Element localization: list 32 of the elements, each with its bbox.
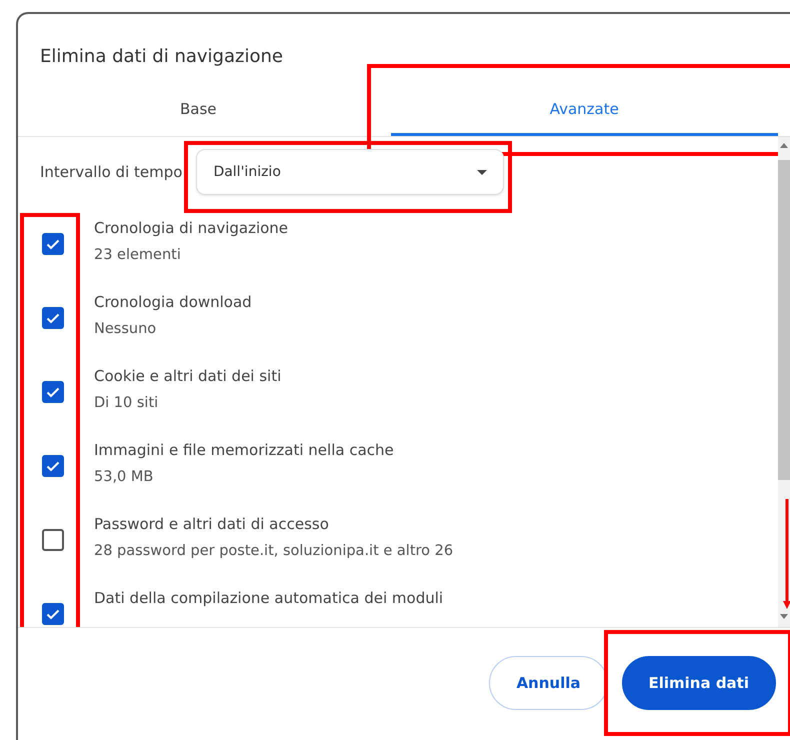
delete-data-button[interactable]: Elimina dati (622, 656, 776, 710)
option-detail: 23 elementi (94, 247, 182, 263)
check-icon (46, 312, 60, 324)
dialog-title: Elimina dati di navigazione (39, 45, 284, 69)
check-icon (46, 608, 60, 620)
check-icon (46, 238, 60, 250)
checkbox[interactable] (42, 307, 64, 329)
option-title: Dati della compilazione automatica dei moduli (94, 589, 444, 607)
option-title: Cookie e altri dati dei siti (94, 367, 282, 385)
option-detail: 28 password per poste.it, soluzionipa.it e altro 26 (94, 543, 454, 559)
field-label: Intervallo di tempo (40, 163, 182, 181)
checkbox[interactable] (42, 455, 64, 477)
tab[interactable]: Avanzate (390, 84, 778, 136)
scroll-down-icon (780, 614, 788, 619)
scroll-up-icon (780, 143, 788, 148)
option-title: Cronologia download (94, 293, 252, 311)
option-detail: Di 10 siti (94, 395, 160, 411)
scroll-thumb[interactable] (778, 160, 790, 480)
option-title: Cronologia di navigazione (94, 219, 288, 237)
check-icon (46, 460, 60, 472)
checkbox[interactable] (42, 233, 64, 255)
option-title: Password e altri dati di accesso (94, 515, 330, 533)
time-range-dropdown[interactable]: Dall'inizio (196, 149, 504, 195)
check-icon (46, 386, 60, 398)
option-title: Immagini e file memorizzati nella cache (94, 441, 394, 459)
checkbox[interactable] (42, 603, 64, 625)
tab[interactable]: Base (18, 84, 379, 136)
option-detail: Nessuno (94, 321, 158, 337)
caret-icon (477, 170, 488, 174)
checkbox[interactable] (42, 381, 64, 403)
checkbox[interactable] (42, 529, 64, 551)
option-detail: 53,0 MB (94, 469, 154, 485)
